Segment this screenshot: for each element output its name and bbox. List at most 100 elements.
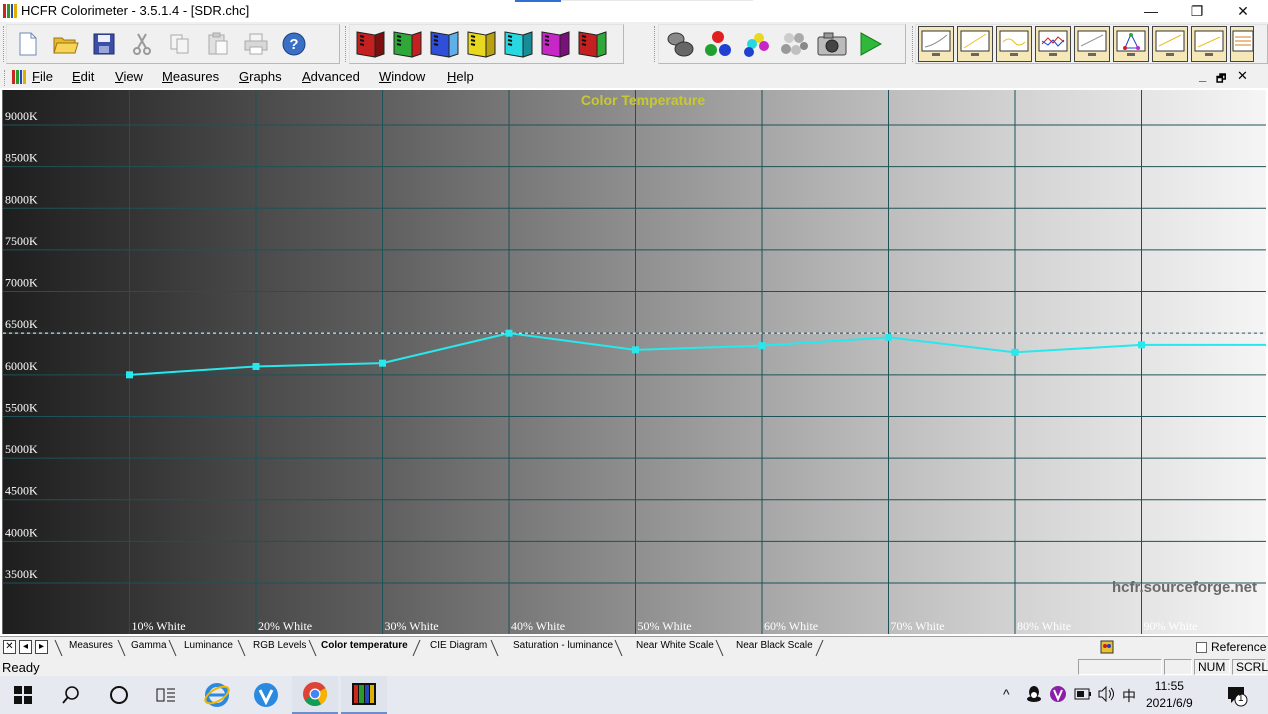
mdi-close-button[interactable]: ✕ [1237, 68, 1248, 84]
data-point[interactable] [126, 371, 133, 379]
data-point[interactable] [885, 333, 892, 341]
task-view-icon[interactable] [143, 676, 189, 714]
menu-edit[interactable]: Edit [72, 69, 94, 84]
menu-help[interactable]: Help [447, 69, 474, 84]
graph-satlum-icon[interactable] [1113, 26, 1149, 62]
notification-center-icon[interactable]: 1 [1226, 685, 1248, 710]
chrome-icon[interactable] [292, 676, 338, 714]
input-method-icon[interactable]: 中 [1122, 686, 1136, 706]
windows-start-icon[interactable] [0, 676, 46, 714]
data-point[interactable] [252, 362, 260, 370]
measure-magenta-icon[interactable] [539, 27, 571, 61]
data-point[interactable] [1138, 341, 1145, 349]
new-file-icon[interactable] [11, 27, 44, 61]
tab-near-black-scale[interactable]: Near Black Scale [736, 640, 813, 651]
measure-all-icon[interactable] [576, 27, 608, 61]
toolbar-grip[interactable] [654, 26, 657, 62]
tab-near-white-scale[interactable]: Near White Scale [636, 640, 714, 651]
reference-checkbox[interactable]: Reference [1196, 640, 1266, 654]
measure-green-icon[interactable] [391, 27, 423, 61]
graph-extra-icon[interactable] [1230, 26, 1254, 62]
menu-grip[interactable] [4, 70, 7, 86]
y-tick-label: 4000K [5, 525, 38, 539]
measure-cyan-icon[interactable] [502, 27, 534, 61]
reference-checkbox-box[interactable] [1196, 641, 1207, 653]
measure-yellow-icon[interactable] [465, 27, 497, 61]
open-folder-icon[interactable] [49, 27, 82, 61]
document-icon[interactable] [12, 70, 26, 84]
data-point[interactable] [632, 346, 639, 354]
close-button[interactable]: ✕ [1220, 0, 1266, 22]
volume-icon[interactable] [1097, 685, 1115, 705]
restore-button[interactable]: ❐ [1174, 0, 1220, 22]
save-icon[interactable] [87, 27, 120, 61]
graph-cie-icon[interactable] [1074, 26, 1110, 62]
tab-close-button[interactable]: ✕ [3, 640, 16, 654]
sensor-icon[interactable] [663, 27, 696, 61]
tab-next-button[interactable]: ▸ [35, 640, 48, 654]
cut-icon[interactable] [125, 27, 158, 61]
menu-advanced[interactable]: Advanced [302, 69, 360, 84]
v-app-icon[interactable] [243, 676, 289, 714]
menu-graphs[interactable]: Graphs [239, 69, 282, 84]
data-point[interactable] [379, 359, 386, 367]
y-tick-label: 6000K [5, 359, 38, 373]
primaries-icon[interactable] [739, 27, 772, 61]
graph-gamma-icon[interactable] [918, 26, 954, 62]
tab-prev-button[interactable]: ◂ [19, 640, 32, 654]
tab-rgb-levels[interactable]: RGB Levels [253, 640, 306, 651]
menu-window[interactable]: Window [379, 69, 425, 84]
menu-file[interactable]: File [32, 69, 53, 84]
qq-icon[interactable] [1026, 685, 1042, 706]
rgb-balls-icon[interactable] [701, 27, 734, 61]
x-tick-label: 90% White [1144, 619, 1198, 633]
tools-toolbar-group [658, 24, 906, 64]
help-icon[interactable]: ? [277, 27, 310, 61]
status-text: Ready [2, 660, 40, 675]
graph-colortemp-icon[interactable] [1035, 26, 1071, 62]
cortana-icon[interactable] [96, 676, 142, 714]
tab-measures[interactable]: Measures [69, 640, 113, 651]
color-temperature-chart[interactable]: 9000K 8500K 8000K 7500K 7000K 6500K 6000K 5500K… [2, 90, 1266, 634]
data-point[interactable] [1011, 348, 1019, 356]
hcfr-app-icon[interactable] [341, 676, 387, 714]
menu-bar: File Edit View Measures Graphs Advanced … [0, 67, 1268, 88]
tab-saturation-luminance[interactable]: Saturation - luminance [513, 640, 613, 651]
secondaries-icon[interactable] [777, 27, 810, 61]
y-tick-label: 3500K [5, 567, 38, 581]
data-point[interactable] [758, 342, 766, 350]
tab-bar: ✕ ◂ ▸ Measures Gamma Luminance RGB Level… [0, 636, 1268, 658]
toolbar-grip[interactable] [345, 26, 348, 62]
print-icon[interactable] [239, 27, 272, 61]
v-tray-icon[interactable] [1049, 685, 1067, 706]
paste-icon[interactable] [201, 27, 234, 61]
search-icon[interactable] [48, 676, 94, 714]
system-clock[interactable]: 11:55 2021/6/9 [1146, 678, 1193, 712]
play-icon[interactable] [853, 27, 886, 61]
measure-blue-icon[interactable] [428, 27, 460, 61]
menu-measures[interactable]: Measures [162, 69, 219, 84]
tray-overflow-icon[interactable]: ^ [1003, 686, 1010, 702]
tab-cie-diagram[interactable]: CIE Diagram [430, 640, 487, 651]
mdi-restore-button[interactable]: 🗗 [1216, 70, 1226, 89]
mdi-minimize-button[interactable]: _ [1199, 68, 1206, 83]
minimize-button[interactable]: — [1128, 0, 1174, 22]
camera-icon[interactable] [815, 27, 848, 61]
ie-icon[interactable] [194, 676, 240, 714]
tab-color-temperature[interactable]: Color temperature [321, 640, 408, 651]
copy-icon[interactable] [163, 27, 196, 61]
graph-nearwhite-icon[interactable] [1152, 26, 1188, 62]
battery-icon[interactable] [1074, 687, 1092, 703]
menu-view[interactable]: View [115, 69, 143, 84]
y-tick-label: 7000K [5, 276, 38, 290]
graph-luminance-icon[interactable] [957, 26, 993, 62]
data-point[interactable] [505, 329, 513, 337]
tab-luminance[interactable]: Luminance [184, 640, 233, 651]
hcfr-logo-icon [3, 4, 17, 18]
graph-nearblack-icon[interactable] [1191, 26, 1227, 62]
tab-gamma[interactable]: Gamma [131, 640, 167, 651]
x-tick-label: 30% White [385, 619, 439, 633]
file-toolbar-group: ? [6, 24, 340, 64]
measure-gray-icon[interactable] [354, 27, 386, 61]
graph-rgb-icon[interactable] [996, 26, 1032, 62]
